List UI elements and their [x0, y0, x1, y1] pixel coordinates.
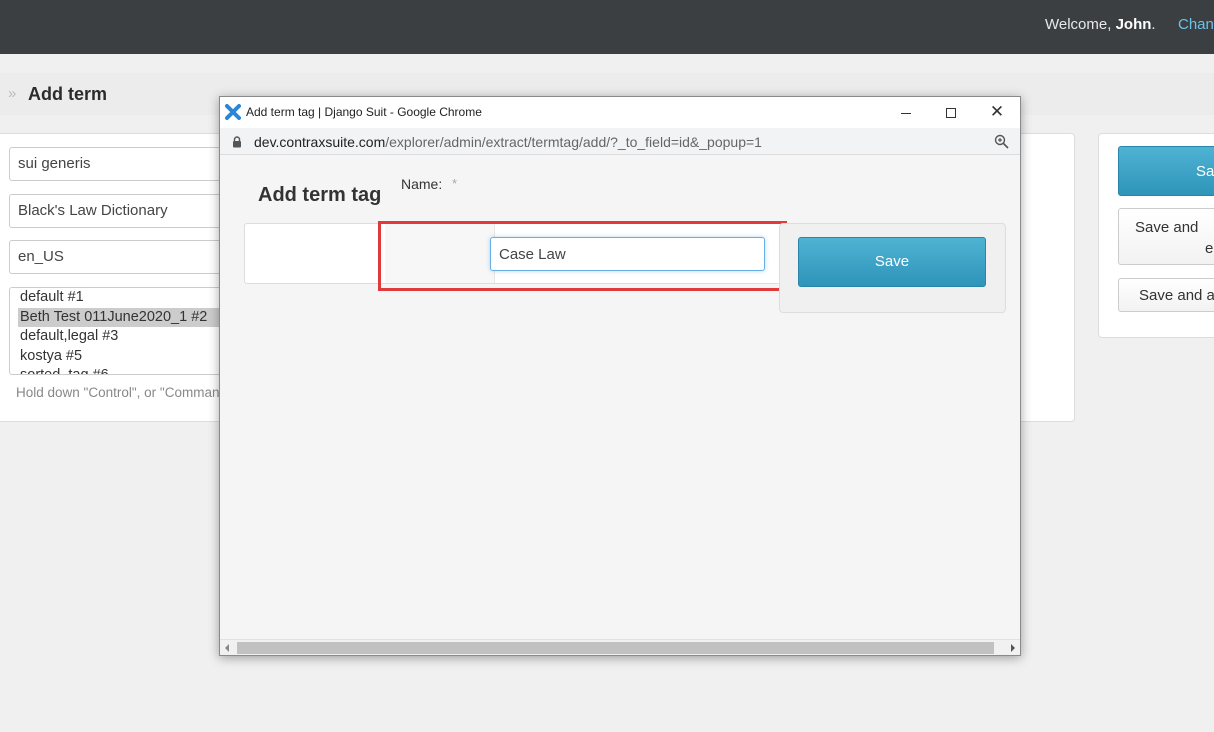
popup-window-title: Add term tag | Django Suit - Google Chro…	[246, 105, 482, 119]
tags-option[interactable]: default,legal #3	[10, 327, 223, 347]
minimize-icon[interactable]	[892, 101, 920, 123]
popup-titlebar[interactable]: Add term tag | Django Suit - Google Chro…	[220, 97, 1020, 128]
save-button[interactable]: Save	[1118, 146, 1214, 196]
save-and-add-another-button[interactable]: Save and add another	[1118, 278, 1214, 312]
name-label: Name:	[401, 176, 443, 192]
required-mark: *	[452, 176, 458, 191]
url-text[interactable]: dev.contraxsuite.com/explorer/admin/extr…	[254, 134, 762, 150]
save-and-continue-button[interactable]: Save and edit	[1118, 208, 1214, 265]
url-host: dev.contraxsuite.com	[254, 134, 386, 150]
change-password-link[interactable]: Chan	[1178, 16, 1214, 33]
horizontal-scrollbar[interactable]	[220, 639, 1020, 655]
tags-option-selected[interactable]: Beth Test 011June2020_1 #2	[18, 307, 222, 327]
popup-page-title: Add term tag	[258, 184, 382, 206]
zoom-icon[interactable]	[994, 134, 1009, 149]
tags-option[interactable]: default #1	[10, 288, 223, 308]
highlight-annotation	[378, 221, 787, 291]
source-input[interactable]: Black's Law Dictionary	[9, 194, 224, 228]
url-path: /explorer/admin/extract/termtag/add/?_to…	[385, 134, 762, 150]
address-bar[interactable]: dev.contraxsuite.com/explorer/admin/extr…	[220, 128, 1020, 155]
scroll-right-arrow-icon[interactable]	[1011, 644, 1015, 652]
popup-content: Add term tag Name: * Save	[220, 155, 1020, 639]
tags-multiselect[interactable]: default #1 Beth Test 011June2020_1 #2 de…	[9, 287, 224, 375]
breadcrumb-separator: »	[8, 85, 17, 102]
close-icon[interactable]: ✕	[983, 101, 1011, 123]
welcome-prefix: Welcome,	[1045, 16, 1116, 33]
popup-window: Add term tag | Django Suit - Google Chro…	[219, 96, 1021, 656]
save-continue-line2: edit	[1205, 240, 1214, 257]
scroll-left-arrow-icon[interactable]	[225, 644, 229, 652]
lock-icon	[233, 136, 241, 148]
django-suit-x-icon	[225, 104, 241, 120]
user-name: John	[1115, 16, 1152, 33]
tags-option[interactable]: sorted_tag #6	[10, 366, 223, 374]
page-title: Add term	[28, 84, 108, 104]
popup-save-button[interactable]: Save	[798, 237, 986, 287]
locale-input[interactable]: en_US	[9, 240, 224, 274]
top-header: Welcome, John. Chan	[0, 0, 1214, 54]
term-input[interactable]: sui generis	[9, 147, 224, 181]
maximize-icon[interactable]	[937, 101, 965, 123]
scroll-thumb[interactable]	[237, 642, 994, 654]
welcome-suffix: .	[1151, 16, 1156, 33]
save-continue-line1: Save and	[1135, 219, 1199, 236]
welcome-text: Welcome, John.	[1045, 16, 1156, 33]
tags-option[interactable]: kostya #5	[10, 347, 223, 367]
